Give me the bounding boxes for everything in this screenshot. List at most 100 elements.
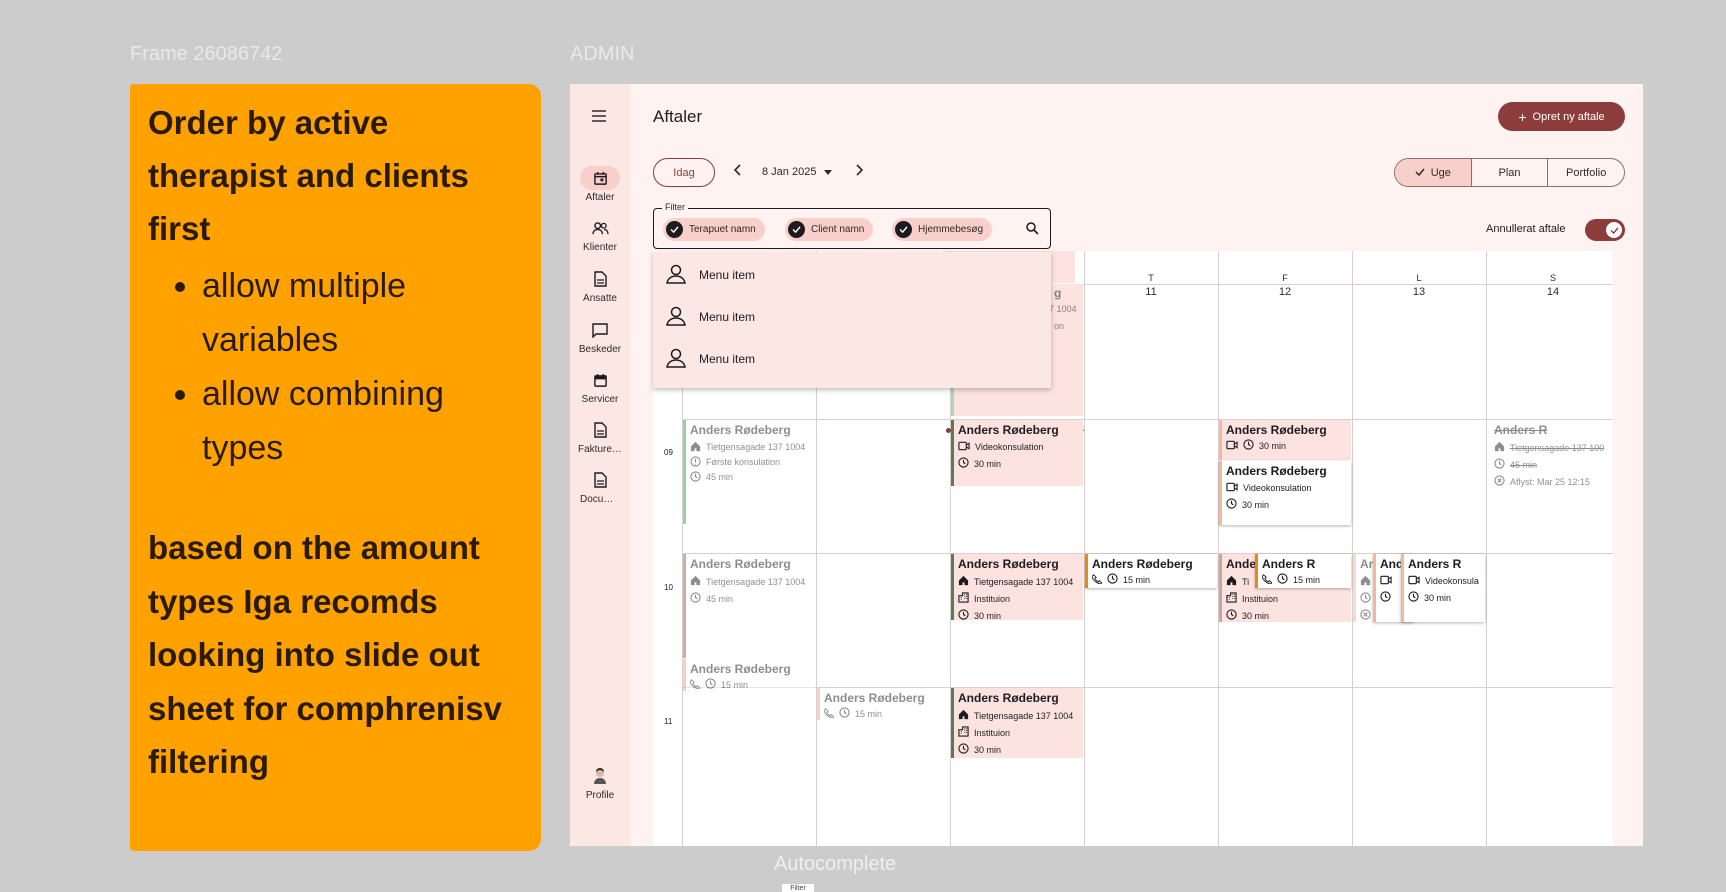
filter-chip[interactable]: Hjemmebesøg: [892, 218, 993, 241]
event-duration: 15 min: [721, 679, 749, 690]
event-duration-row: 15 min: [823, 707, 949, 720]
event-card[interactable]: Anders Rødeberg Tietgensagade 137 1004 I…: [951, 554, 1083, 620]
search-icon[interactable]: [1026, 222, 1039, 240]
toggle-knob: [1606, 222, 1622, 238]
day-header-thu[interactable]: T 11: [1084, 273, 1218, 298]
cancelled-toggle[interactable]: [1585, 219, 1625, 241]
view-week-label: Uge: [1430, 166, 1451, 179]
rail-item-klienter[interactable]: Klienter: [570, 216, 630, 253]
event-name: Anders Rødeberg: [958, 423, 1059, 437]
event-card[interactable]: Anders Rødeberg 15 min: [683, 659, 815, 691]
filter-chip[interactable]: Client namn: [785, 218, 874, 241]
dropdown-icon: [824, 166, 833, 178]
chevron-left-icon[interactable]: [733, 163, 743, 182]
document-icon: [580, 267, 620, 291]
menu-item[interactable]: Menu item: [653, 338, 1051, 380]
rail-item-aftaler[interactable]: Aftaler: [570, 166, 630, 203]
clock-icon: [839, 707, 850, 720]
today-button[interactable]: Idag: [653, 158, 715, 187]
admin-label: ADMIN: [570, 43, 635, 65]
home-icon: [1226, 575, 1237, 588]
event-type: Videokonsulation: [1243, 483, 1312, 493]
rail-item-beskeder[interactable]: Beskeder: [570, 318, 630, 355]
rail-item-ansatte[interactable]: Ansatte: [570, 267, 630, 304]
event-card[interactable]: Anders Rødeberg 15 min: [817, 688, 949, 720]
clock-icon: [1226, 498, 1237, 511]
event-card[interactable]: Anders Rødeberg 30 min: [1219, 420, 1351, 460]
day-letter: S: [1549, 273, 1556, 283]
event-card[interactable]: Anders Rødeberg Tietgensagade 137 1004 I…: [951, 688, 1083, 758]
clock-icon: [1360, 592, 1371, 605]
rail-label: Beskeder: [578, 344, 622, 355]
event-duration-row: 45 min: [690, 592, 815, 605]
day-header-sat[interactable]: L 13: [1352, 273, 1486, 298]
event-duration-row: 30 min: [1226, 609, 1351, 622]
create-appointment-button[interactable]: + Opret ny aftale: [1498, 102, 1625, 131]
sticky-note: Order by active therapist and clients fi…: [130, 84, 541, 851]
frame-label: Frame 26086742: [130, 43, 283, 65]
navigation-rail: Aftaler Klienter Ansatte Beskeder Servic…: [570, 84, 630, 846]
video-icon: [958, 441, 970, 453]
plus-icon: +: [1518, 108, 1527, 125]
event-name: Anders Rødeberg: [824, 691, 925, 705]
event-cancel-note: Aflyst: Mar 25 12:15: [1510, 476, 1591, 487]
event-card-cancelled[interactable]: Anders R Tietgensagade 137 100 45 min Af…: [1487, 420, 1611, 492]
view-portfolio[interactable]: Portfolio: [1548, 159, 1624, 186]
event-address-row: Tietgensagade 137 1004: [690, 575, 815, 588]
rail-item-servicer[interactable]: Servicer: [570, 368, 630, 405]
event-address-row: Tietgensagade 137 100: [1494, 441, 1611, 454]
event-place-row: Instituion: [1226, 592, 1351, 605]
check-icon: [666, 221, 683, 238]
event-duration-row: 30 min: [958, 743, 1083, 756]
phone-icon: [1261, 573, 1273, 586]
hour-label: 11: [664, 717, 673, 726]
phone-icon: [689, 678, 701, 691]
event-duration: 15 min: [1123, 574, 1151, 585]
event-card[interactable]: Anders Rødeberg Tietgensagade 137 1004 F…: [683, 420, 815, 524]
clock-icon: [958, 743, 969, 756]
rail-label: Documents: [580, 494, 620, 505]
rail-item-documents[interactable]: Documents: [570, 468, 630, 505]
filter-autocomplete[interactable]: Filter Terapuet namn Client namn Hjemmeb…: [653, 202, 1051, 249]
rail-label: Klienter: [583, 242, 617, 253]
event-duration: 30 min: [974, 610, 1002, 621]
event-address: Tietgensagade 137 100: [1510, 442, 1605, 453]
info-icon: [690, 456, 701, 467]
menu-icon[interactable]: [590, 109, 608, 128]
event-card[interactable]: Anders Rødeberg 15 min: [1085, 554, 1217, 588]
rail-item-fakturering[interactable]: Fakturering: [570, 418, 630, 455]
event-card[interactable]: Anders Rødeberg Videokonsulation 30 min: [951, 420, 1083, 486]
cancel-icon: [1494, 475, 1505, 488]
building-icon: [1226, 592, 1237, 605]
view-switcher: Uge Plan Portfolio: [1394, 158, 1625, 187]
event-address: Tietgensagade 137 1004: [706, 441, 806, 452]
event-name: Anders Rødeberg: [958, 691, 1059, 705]
chevron-right-icon[interactable]: [854, 163, 864, 182]
day-header-fri[interactable]: F 12: [1218, 273, 1352, 298]
building-icon: [958, 726, 969, 739]
rail-item-profile[interactable]: Profile: [570, 764, 630, 801]
event-type-row: Første konsulation: [690, 456, 815, 467]
note-bullet: allow combining types: [202, 367, 523, 475]
event-card[interactable]: Anders Rødeberg Tietgensagade 137 1004 4…: [683, 554, 815, 658]
clock-icon: [1380, 591, 1391, 604]
date-picker[interactable]: 8 Jan 2025: [762, 166, 833, 178]
view-week[interactable]: Uge: [1395, 159, 1472, 186]
menu-item[interactable]: Menu item: [653, 296, 1051, 338]
event-name: Anders R: [1262, 557, 1316, 571]
clock-icon: [1226, 609, 1237, 622]
filter-chip[interactable]: Terapuet namn: [663, 218, 765, 241]
event-duration-row: 30 min: [958, 457, 1083, 470]
event-duration-row: 45 min: [690, 471, 815, 482]
event-duration: 30 min: [1242, 499, 1270, 510]
event-card[interactable]: Anders R 15 min: [1255, 554, 1351, 588]
view-plan[interactable]: Plan: [1472, 159, 1549, 186]
day-header-sun[interactable]: S 14: [1486, 273, 1620, 298]
cancelled-toggle-label: Annullerat aftale: [1486, 223, 1566, 235]
menu-item[interactable]: Menu item: [653, 254, 1051, 296]
event-name: Anders Rødeberg: [690, 557, 791, 571]
event-duration-row: 30 min: [1226, 439, 1351, 452]
event-name: Anders Rødeberg: [1226, 423, 1327, 437]
event-card[interactable]: Anders R Videokonsula 30 min: [1401, 554, 1485, 622]
event-card[interactable]: Anders Rødeberg Videokonsulation 30 min: [1219, 461, 1351, 525]
